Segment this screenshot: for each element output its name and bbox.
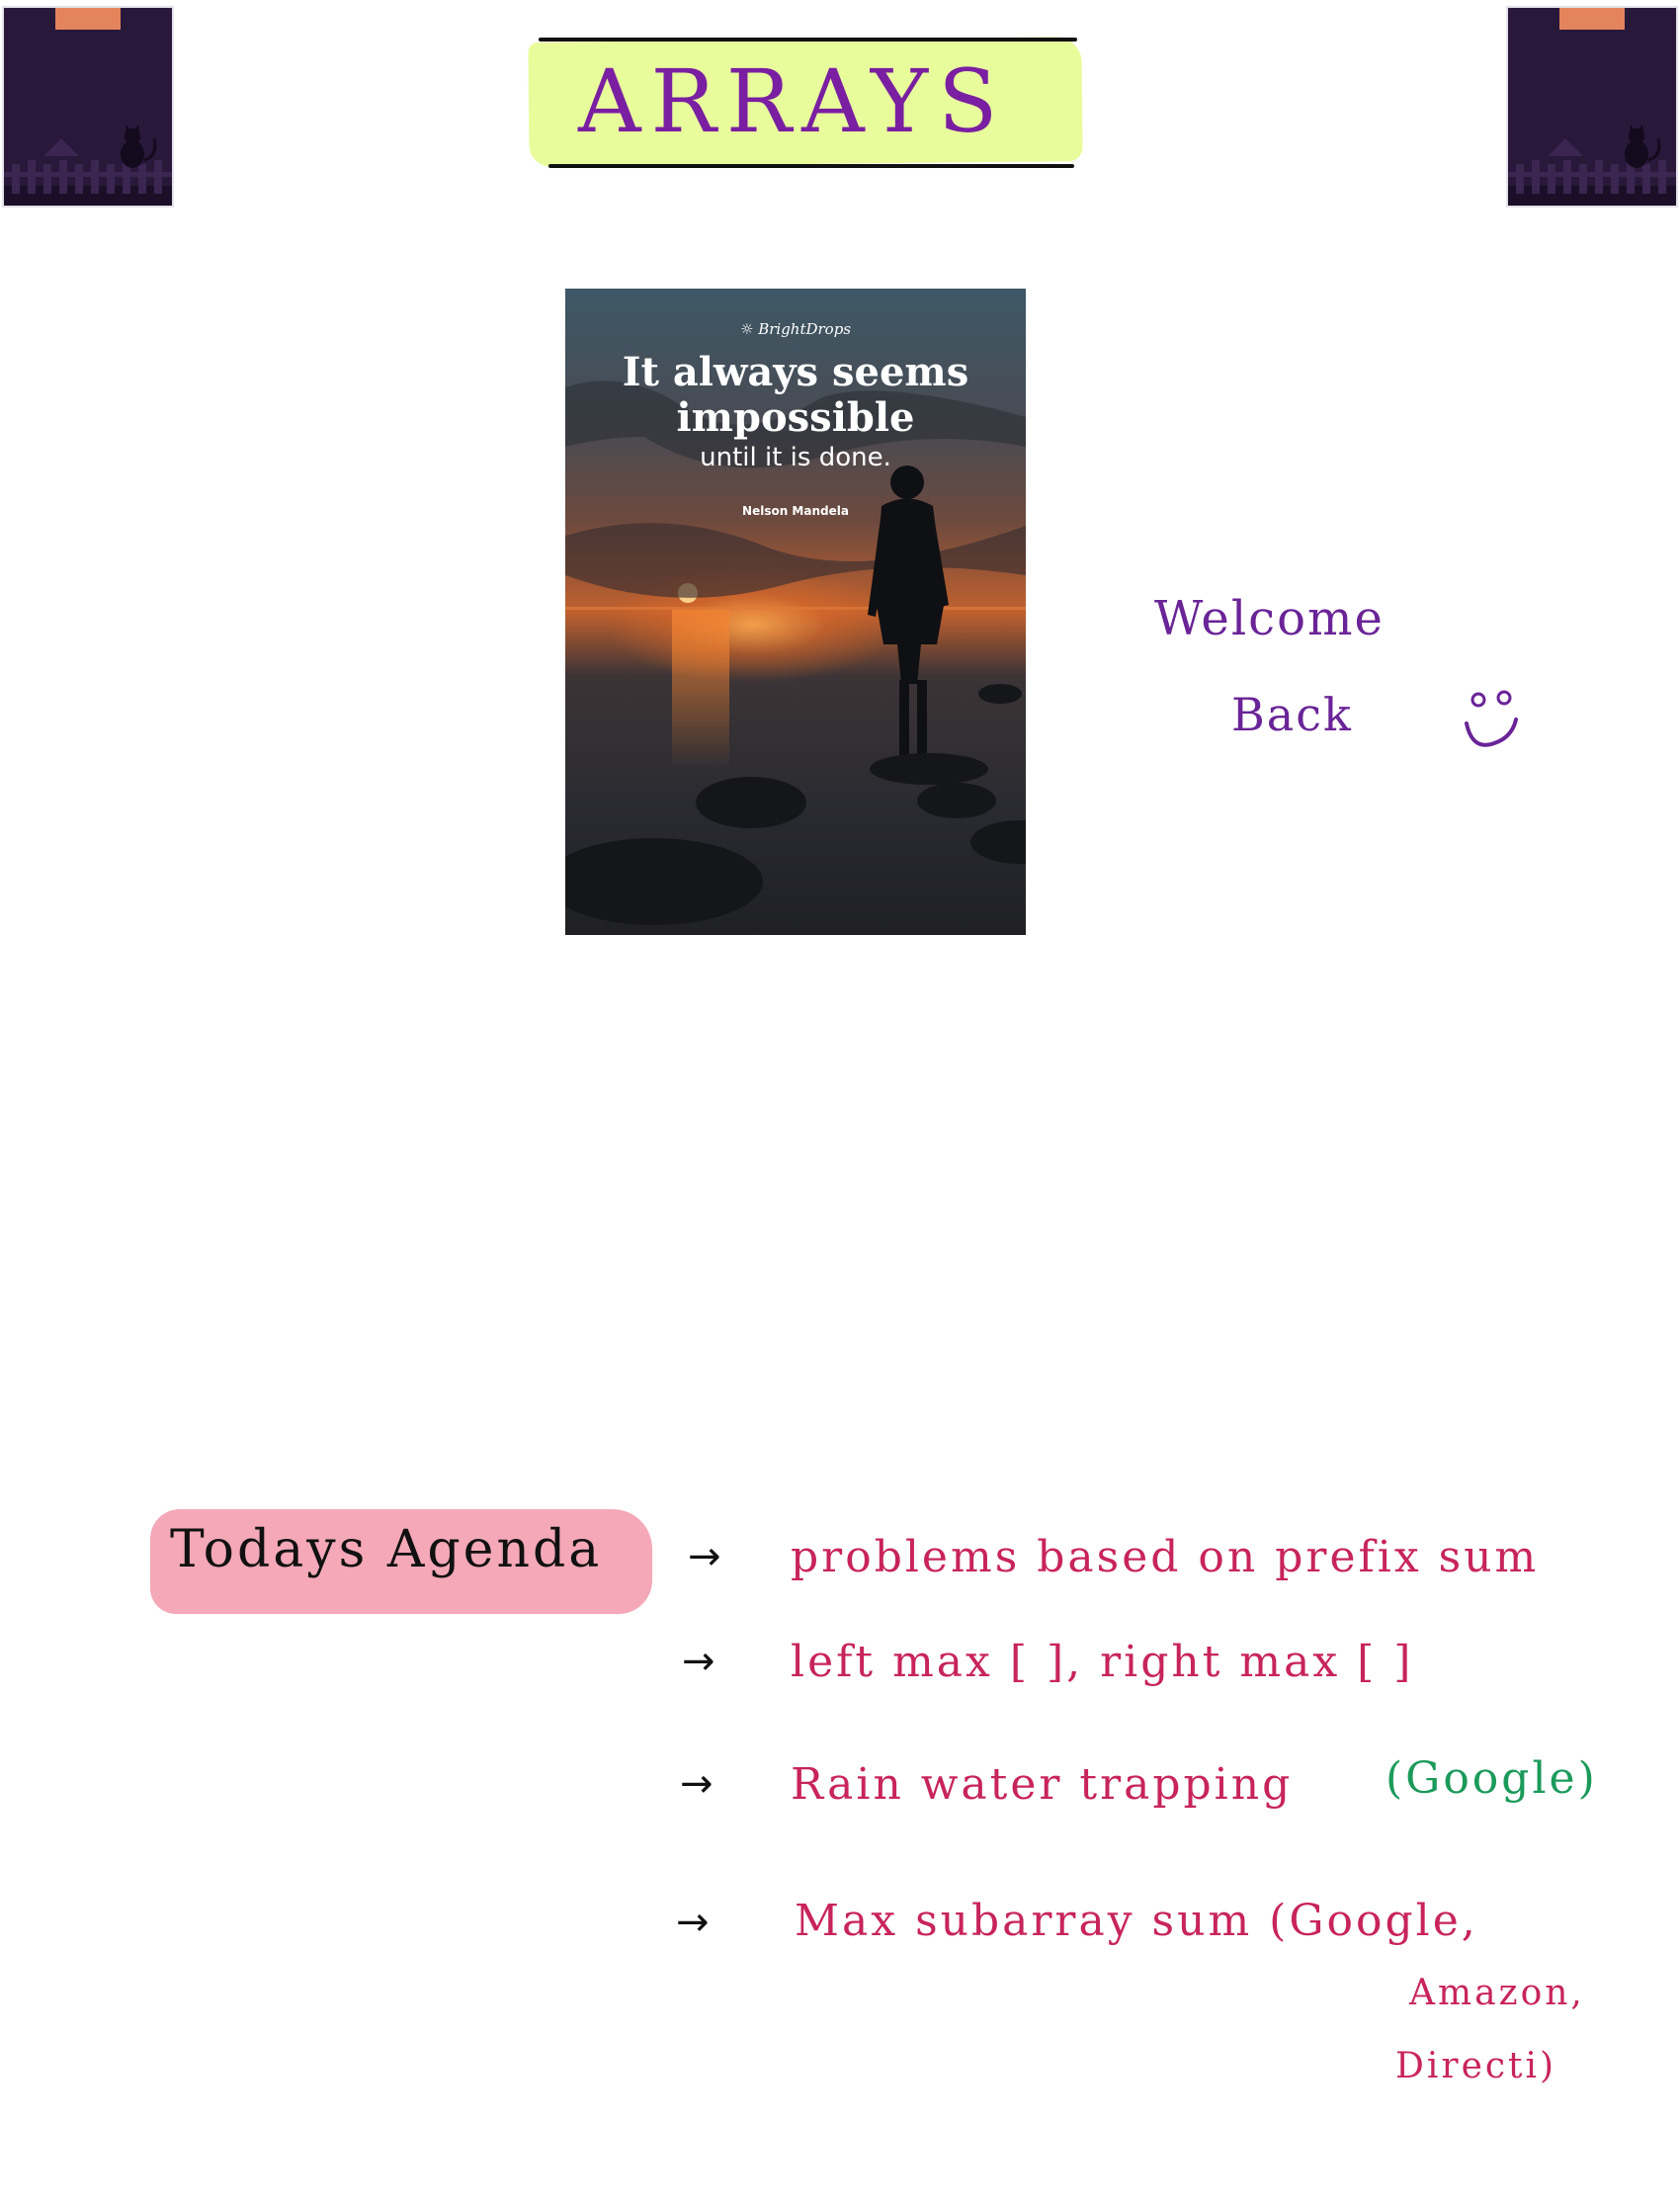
quote-poster: ☼ BrightDrops It always seems impossible… — [565, 289, 1026, 935]
title-underline-bottom — [548, 164, 1074, 168]
smiley-face-icon — [1465, 690, 1518, 747]
agenda-item-4: Max subarray sum (Google, — [795, 1896, 1478, 1946]
agenda-item-4-note-line3: Directi) — [1395, 2046, 1557, 2086]
sun-logo-icon: ☼ — [739, 320, 754, 338]
quote-line-1: It always seems — [622, 349, 969, 395]
agenda-title: Todays Agenda — [170, 1520, 603, 1579]
cat-silhouette-icon — [4, 125, 172, 206]
arrow-icon: → — [676, 1900, 710, 1945]
quote-line-2: impossible — [676, 394, 915, 441]
agenda-item-4-note-line2: Amazon, — [1409, 1973, 1585, 2013]
back-text: Back — [1231, 688, 1353, 741]
arrow-icon: → — [680, 1761, 714, 1807]
brand-logo: ☼ BrightDrops — [565, 320, 1026, 338]
page-title: ARRAYS — [578, 50, 1008, 152]
arrow-icon: → — [682, 1639, 715, 1684]
sticky-note-right — [1506, 6, 1678, 208]
quote-line-3: until it is done. — [700, 443, 891, 472]
agenda-item-3: Rain water trapping — [791, 1759, 1294, 1810]
agenda-item-2: left max [ ], right max [ ] — [791, 1637, 1414, 1687]
tape-decoration — [55, 8, 121, 30]
tape-decoration — [1559, 8, 1625, 30]
brand-name: BrightDrops — [758, 320, 852, 338]
arrow-icon: → — [688, 1534, 721, 1579]
cat-silhouette-icon — [1508, 125, 1676, 206]
title-underline-top — [539, 38, 1077, 42]
quote-author: Nelson Mandela — [742, 504, 849, 518]
agenda-item-1: problems based on prefix sum — [791, 1532, 1540, 1582]
agenda-item-3-note: (Google) — [1386, 1753, 1598, 1804]
rocks — [565, 684, 1026, 925]
welcome-text: Welcome — [1154, 591, 1385, 646]
sticky-note-left — [2, 6, 174, 208]
